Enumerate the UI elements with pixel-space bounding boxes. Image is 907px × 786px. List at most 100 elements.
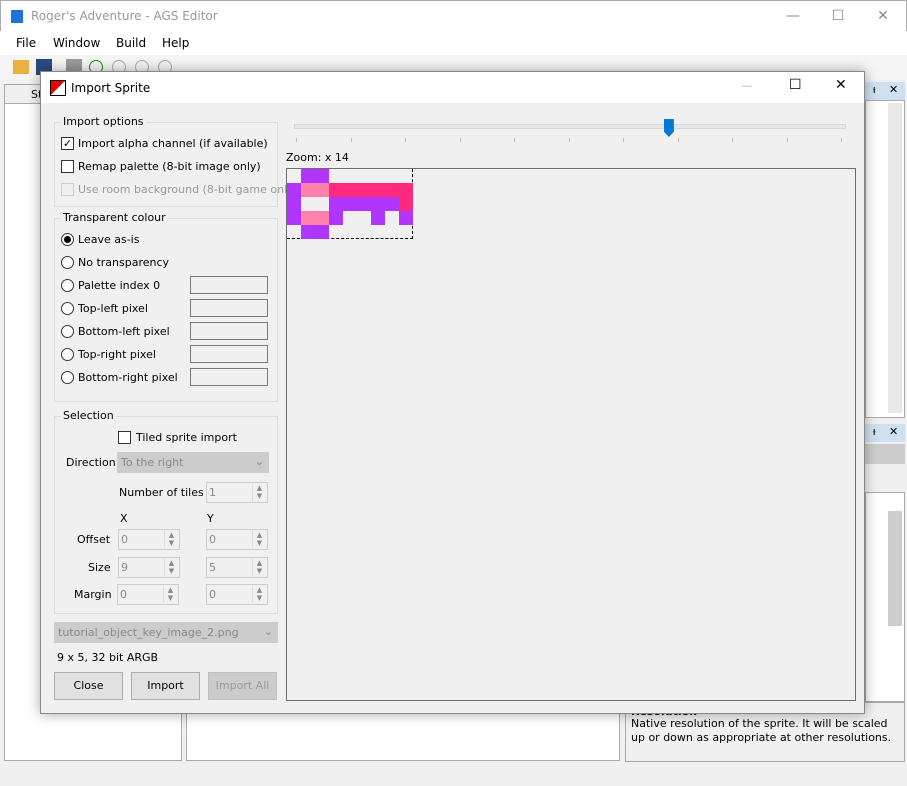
- spinner-icon[interactable]: ▲ ▼: [163, 586, 177, 603]
- description-text: Native resolution of the sprite. It will…: [631, 717, 892, 744]
- slider-tick: [623, 138, 624, 142]
- transparent-radio[interactable]: [61, 256, 74, 269]
- transparent-radio[interactable]: [61, 348, 74, 361]
- slider-tick: [568, 138, 570, 142]
- sprite-pixel: [385, 183, 399, 197]
- chevron-down-icon: ⌄: [254, 455, 264, 468]
- chevron-down-icon: ⌄: [263, 625, 273, 638]
- properties-header: ᵼ ✕: [865, 424, 905, 442]
- sprite-pixel: [301, 183, 315, 197]
- import-button[interactable]: Import: [131, 672, 200, 700]
- spinner-icon[interactable]: ▲ ▼: [252, 531, 266, 548]
- transparent-radio[interactable]: [61, 279, 74, 292]
- app-titlebar: Roger's Adventure - AGS Editor — ☐ ✕: [0, 0, 907, 31]
- dialog-minimize-button[interactable]: —: [741, 79, 752, 92]
- tiles-value: 1: [209, 486, 216, 499]
- minimize-button[interactable]: —: [778, 5, 808, 27]
- scrollbar[interactable]: [888, 103, 902, 413]
- offset-x-input[interactable]: 0 ▲ ▼: [118, 529, 180, 550]
- menu-build[interactable]: Build: [116, 36, 146, 50]
- menu-file[interactable]: File: [16, 36, 36, 50]
- tiled-checkbox[interactable]: [118, 431, 131, 444]
- transparent-option-label: Bottom-right pixel: [78, 371, 178, 384]
- direction-select[interactable]: To the right ⌄: [117, 452, 269, 473]
- panel-close-icon[interactable]: ✕: [889, 83, 898, 96]
- spinner-icon[interactable]: ▲ ▼: [252, 586, 266, 603]
- properties-grid[interactable]: [865, 492, 905, 702]
- import-all-button[interactable]: Import All: [208, 672, 277, 700]
- scrollbar-thumb[interactable]: [888, 511, 902, 626]
- alpha-label: Import alpha channel (if available): [78, 137, 268, 150]
- sprite-pixel: [315, 225, 329, 239]
- file-value: tutorial_object_key_image_2.png: [58, 626, 239, 639]
- sprite-pixel: [343, 183, 357, 197]
- menu-help[interactable]: Help: [162, 36, 189, 50]
- colour-swatch: [190, 299, 268, 317]
- size-y-value: 5: [209, 561, 216, 574]
- close-button[interactable]: ✕: [868, 5, 898, 27]
- margin-x-input[interactable]: 0 ▲ ▼: [117, 584, 179, 605]
- alpha-checkbox[interactable]: ✓: [61, 137, 74, 150]
- tiles-input[interactable]: 1 ▲ ▼: [206, 482, 268, 503]
- app-title: Roger's Adventure - AGS Editor: [31, 9, 218, 23]
- spinner-icon[interactable]: ▲ ▼: [252, 559, 266, 576]
- slider-tick: [841, 138, 842, 142]
- import-sprite-dialog: Import Sprite — ☐ ✕ Import options ✓ Imp…: [40, 71, 865, 714]
- size-label: Size: [88, 561, 111, 574]
- offset-label: Offset: [77, 533, 111, 546]
- open-icon[interactable]: [13, 60, 29, 74]
- transparent-radio[interactable]: [61, 302, 74, 315]
- slider-tick: [296, 138, 297, 142]
- sprite-pixel: [385, 197, 399, 211]
- sprite-pixel: [399, 197, 413, 211]
- sprite-pixel: [343, 197, 357, 211]
- sprite-pixel: [329, 211, 343, 225]
- sprite-pixel: [315, 183, 329, 197]
- zoom-slider-thumb[interactable]: [663, 119, 674, 137]
- colour-swatch: [190, 345, 268, 363]
- transparent-radio[interactable]: [61, 371, 74, 384]
- dialog-maximize-button[interactable]: ☐: [789, 77, 802, 93]
- transparent-option-label: Top-left pixel: [78, 302, 148, 315]
- offset-y-input[interactable]: 0 ▲ ▼: [206, 529, 268, 550]
- spinner-icon[interactable]: ▲ ▼: [164, 559, 178, 576]
- slider-tick: [405, 138, 406, 142]
- size-x-input[interactable]: 9 ▲ ▼: [118, 557, 180, 578]
- colour-swatch: [190, 368, 268, 386]
- properties-combo[interactable]: [865, 444, 905, 464]
- sprite-pixel: [371, 183, 385, 197]
- slider-tick: [786, 138, 788, 142]
- sprite-pixel: [399, 211, 413, 225]
- panel-close-icon[interactable]: ✕: [889, 425, 898, 438]
- radio-dot: [64, 236, 71, 243]
- tab-start[interactable]: St: [4, 84, 44, 104]
- pin-icon[interactable]: ᵼ: [873, 425, 875, 438]
- dialog-close-button[interactable]: ✕: [835, 77, 847, 93]
- sprite-pixel: [301, 169, 315, 183]
- pin-icon[interactable]: ᵼ: [873, 83, 875, 96]
- transparent-radio[interactable]: [61, 325, 74, 338]
- room-bg-checkbox[interactable]: [61, 183, 74, 196]
- file-select[interactable]: tutorial_object_key_image_2.png ⌄: [54, 622, 278, 643]
- dialog-titlebar: Import Sprite — ☐ ✕: [41, 72, 864, 103]
- selection-group: Selection Tiled sprite import Direction …: [54, 409, 278, 614]
- spinner-icon[interactable]: ▲ ▼: [164, 531, 178, 548]
- close-dialog-button[interactable]: Close: [54, 672, 123, 700]
- slider-tick: [350, 138, 352, 142]
- transparent-radio[interactable]: [61, 233, 74, 246]
- menu-window[interactable]: Window: [53, 36, 100, 50]
- zoom-slider-track[interactable]: [294, 124, 846, 129]
- size-y-input[interactable]: 5 ▲ ▼: [206, 557, 268, 578]
- remap-checkbox[interactable]: [61, 160, 74, 173]
- margin-y-input[interactable]: 0 ▲ ▼: [206, 584, 268, 605]
- direction-label: Direction: [66, 456, 116, 469]
- sprite-pixel: [329, 183, 343, 197]
- sprite-pixel: [301, 211, 315, 225]
- margin-label: Margin: [74, 588, 112, 601]
- slider-tick: [732, 138, 733, 142]
- sprite-pixel: [371, 211, 385, 225]
- maximize-button[interactable]: ☐: [823, 5, 853, 27]
- transparent-option-label: Leave as-is: [78, 233, 140, 246]
- transparent-option-label: Top-right pixel: [78, 348, 156, 361]
- spinner-icon[interactable]: ▲ ▼: [252, 484, 266, 501]
